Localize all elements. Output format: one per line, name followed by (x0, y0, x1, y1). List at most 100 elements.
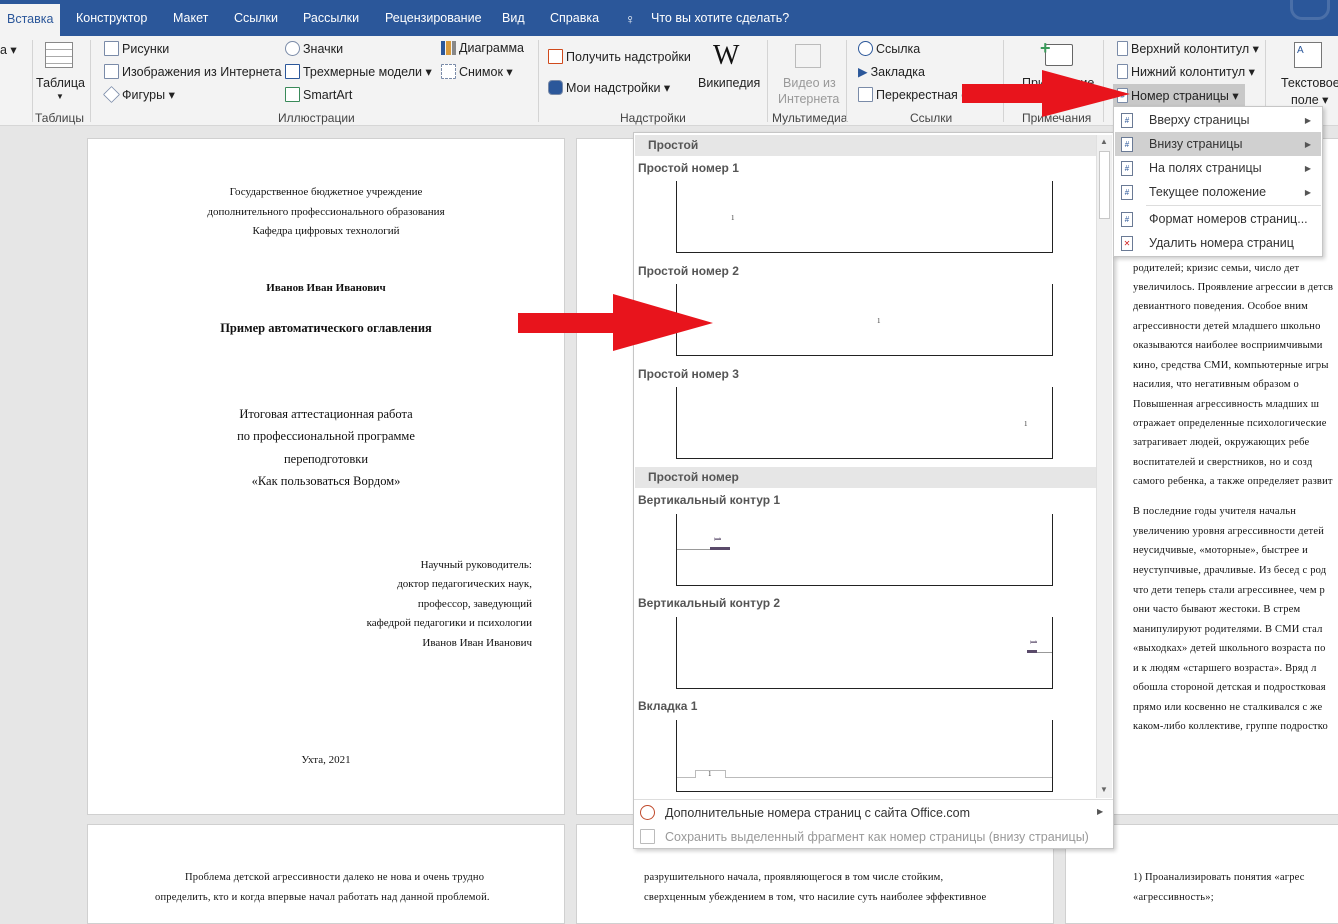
store-icon (548, 49, 563, 64)
gallery-item-plain-number-1[interactable]: 1 (676, 181, 1053, 253)
page-number-preview: 1 (731, 214, 735, 222)
pictures-button[interactable]: Рисунки (104, 41, 169, 56)
text-line: манипулируют родителями. В СМИ стал (1133, 624, 1323, 635)
menu-item-bottom-of-page[interactable]: # Внизу страницы ▶ (1115, 132, 1321, 156)
gallery-item-plain-number-2[interactable]: 1 (676, 284, 1053, 356)
submenu-arrow-icon: ▶ (1304, 139, 1311, 149)
tab-review[interactable]: Рецензирование (385, 11, 482, 25)
cut-ribbon-button[interactable]: а ▾ (0, 42, 17, 57)
header-icon (1117, 41, 1128, 56)
text-line: определить, кто и когда впервые начал ра… (155, 892, 490, 903)
pictures-label: Рисунки (122, 41, 170, 56)
document-title: Пример автоматического оглавления (220, 321, 432, 335)
tab-view[interactable]: Вид (502, 11, 525, 25)
gallery-item-label: Вертикальный контур 2 (638, 596, 781, 610)
tab-design[interactable]: Конструктор (76, 11, 147, 25)
gallery-section-header: Простой номер (635, 467, 1096, 488)
my-addins-label: Мои надстройки ▾ (566, 81, 671, 95)
gallery-item-tab-1[interactable]: 1 (676, 720, 1053, 792)
bookmark-button[interactable]: ▶ Закладка (858, 64, 925, 80)
table-button[interactable]: Таблица (36, 76, 85, 90)
shapes-label: Фигуры ▾ (122, 88, 175, 102)
current-position-icon: # (1121, 184, 1133, 200)
my-addins-button[interactable]: Мои надстройки ▾ (548, 80, 670, 95)
cross-reference-icon (858, 87, 873, 102)
text-line: Повышенная агрессивность младших ш (1133, 399, 1320, 410)
shapes-button[interactable]: Фигуры ▾ (103, 86, 175, 103)
text-line: и к людям «старшего возраста». Вряд л (1133, 663, 1317, 674)
text-line: увеличению уровня агрессивности детей (1133, 526, 1325, 537)
smartart-label: SmartArt (303, 87, 353, 102)
gallery-item-vertical-outline-2[interactable]: 1 (676, 617, 1053, 689)
more-page-numbers-office-com[interactable]: Дополнительные номера страниц с сайта Of… (640, 805, 970, 820)
link-icon (858, 41, 873, 56)
shapes-icon (103, 86, 120, 103)
icons-button[interactable]: Значки (285, 41, 343, 56)
ribbon-tabs: Вставка Конструктор Макет Ссылки Рассылк… (0, 0, 1338, 36)
text-line: воспитателей и сверстников, но и созд (1133, 457, 1313, 468)
lightbulb-icon: ♀ (625, 11, 636, 27)
work-line: переподготовки (283, 452, 369, 466)
page-number-preview: 1 (708, 770, 712, 778)
gallery-scrollbar[interactable]: ▲ ▼ (1096, 135, 1112, 798)
header-button[interactable]: Верхний колонтитул ▾ (1117, 41, 1259, 56)
supervisor-line: Научный руководитель: (420, 559, 532, 571)
wikipedia-button[interactable]: Википедия (698, 76, 760, 90)
gallery-item-label: Простой номер 2 (638, 264, 739, 278)
text-line: кино, средства СМИ, компьютерные игры (1133, 360, 1329, 371)
group-label-links: Ссылки (910, 111, 953, 125)
3d-models-button[interactable]: Трехмерные модели ▾ (285, 64, 432, 79)
supervisor-line: кафедрой педагогики и психологии (366, 617, 532, 629)
page-number-menu: # Вверху страницы ▶ # Внизу страницы ▶ # На п… (1113, 106, 1323, 257)
tab-insert[interactable]: Вставка (0, 4, 61, 36)
menu-item-page-margins[interactable]: # На полях страницы ▶ (1115, 156, 1321, 180)
icons-icon (285, 41, 300, 56)
text-line: «агрессивность»; (1133, 892, 1214, 903)
screenshot-button[interactable]: Снимок ▾ (441, 64, 513, 79)
group-label-illustrations: Иллюстрации (278, 111, 355, 125)
text-line: каком-либо коллективе, группе подростко (1133, 721, 1328, 732)
chart-button[interactable]: Диаграмма (441, 41, 524, 55)
scrollbar-thumb[interactable] (1099, 151, 1110, 219)
get-addins-label: Получить надстройки (566, 49, 691, 64)
document-page-1[interactable]: Государственное бюджетное учреждение доп… (87, 138, 565, 815)
text-line: девиантного поведения. Особое вним (1133, 301, 1308, 312)
textbox-button[interactable]: Текстовое (1281, 76, 1338, 90)
menu-item-format-page-numbers[interactable]: # Формат номеров страниц... (1115, 207, 1321, 231)
page-number-preview: 1 (1027, 639, 1038, 645)
page-number-preview: 1 (877, 317, 881, 325)
org-line: Кафедра цифровых технологий (252, 225, 400, 237)
menu-item-top-of-page[interactable]: # Вверху страницы ▶ (1115, 108, 1321, 132)
scroll-down-icon[interactable]: ▼ (1100, 785, 1108, 794)
author-name: Иванов Иван Иванович (266, 282, 386, 294)
document-page-4[interactable]: Проблема детской агрессивности далеко не… (87, 824, 565, 924)
gallery-item-plain-number-3[interactable]: 1 (676, 387, 1053, 459)
footer-button[interactable]: Нижний колонтитул ▾ (1117, 64, 1255, 79)
online-video-button[interactable]: Видео из (783, 76, 836, 90)
tab-mailings[interactable]: Рассылки (303, 11, 359, 25)
smartart-button[interactable]: SmartArt (285, 87, 352, 102)
supervisor-line: Иванов Иван Иванович (422, 637, 532, 649)
tab-help[interactable]: Справка (550, 11, 599, 25)
gallery-item-label: Вкладка 1 (638, 699, 698, 713)
link-button[interactable]: Ссылка (858, 41, 920, 56)
online-pictures-button[interactable]: Изображения из Интернета (104, 64, 282, 79)
tab-references[interactable]: Ссылки (234, 11, 278, 25)
gallery-item-vertical-outline-1[interactable]: 1 (676, 514, 1053, 586)
menu-item-current-position[interactable]: # Текущее положение ▶ (1115, 180, 1321, 204)
tell-me-input[interactable]: Что вы хотите сделать? (651, 11, 789, 25)
save-selection-to-gallery: Сохранить выделенный фрагмент как номер … (640, 829, 1089, 844)
page-number-button[interactable]: #Номер страницы ▾ (1113, 84, 1245, 106)
menu-item-label: Формат номеров страниц... (1149, 212, 1308, 226)
gallery-item-label: Простой номер 1 (638, 161, 739, 175)
menu-item-label: На полях страницы (1149, 161, 1262, 175)
text-line: обошла стороной детская и подростковая (1133, 682, 1326, 693)
text-line: увеличилось. Проявление агрессии в детсв (1133, 282, 1334, 293)
tab-layout[interactable]: Макет (173, 11, 208, 25)
menu-item-remove-page-numbers[interactable]: ✕ Удалить номера страниц (1115, 231, 1321, 255)
scroll-up-icon[interactable]: ▲ (1100, 137, 1108, 146)
text-line: Проблема детской агрессивности далеко не… (185, 872, 485, 883)
text-line: отражает определенные психологические (1133, 418, 1327, 429)
page-number-preview: 1 (712, 536, 723, 542)
get-addins-button[interactable]: Получить надстройки (548, 49, 691, 64)
